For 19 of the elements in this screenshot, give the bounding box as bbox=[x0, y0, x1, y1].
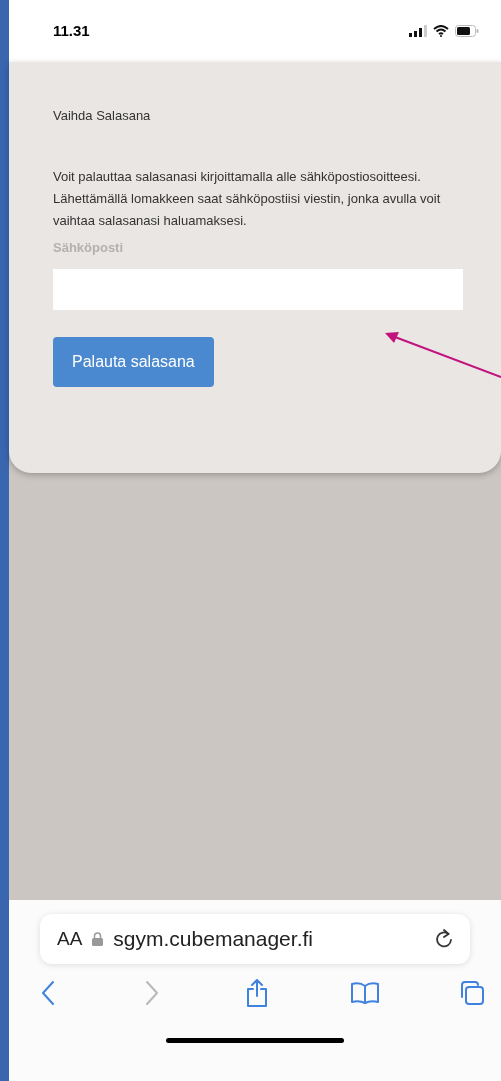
lock-icon bbox=[92, 932, 104, 946]
chevron-left-icon bbox=[41, 980, 55, 1006]
chevron-right-icon bbox=[144, 980, 159, 1006]
share-icon bbox=[245, 978, 269, 1008]
text-size-button[interactable]: AA bbox=[57, 924, 83, 954]
status-time: 11.31 bbox=[53, 20, 90, 41]
reload-icon[interactable] bbox=[435, 929, 453, 949]
wifi-icon bbox=[433, 25, 449, 37]
reset-password-button[interactable]: Palauta salasana bbox=[53, 337, 214, 387]
url-text: sgym.cubemanager.fi bbox=[113, 926, 313, 953]
form-title: Vaihda Salasana bbox=[53, 107, 152, 125]
address-bar[interactable]: AA sgym.cubemanager.fi bbox=[40, 914, 470, 964]
signal-icon bbox=[409, 25, 427, 37]
tabs-icon bbox=[458, 979, 486, 1007]
instruction-text: Lähettämällä lomakkeen saat sähköpostiisi viestin, jonka avulla voit vaihtaa salasanasi haluamaksesi. bbox=[53, 189, 442, 230]
email-field[interactable] bbox=[53, 269, 463, 310]
book-icon bbox=[349, 981, 380, 1005]
instruction-text: Voit palauttaa salasanasi kirjoittamalla alle sähköpostiosoitteesi. bbox=[53, 167, 422, 186]
battery-icon bbox=[455, 25, 479, 37]
